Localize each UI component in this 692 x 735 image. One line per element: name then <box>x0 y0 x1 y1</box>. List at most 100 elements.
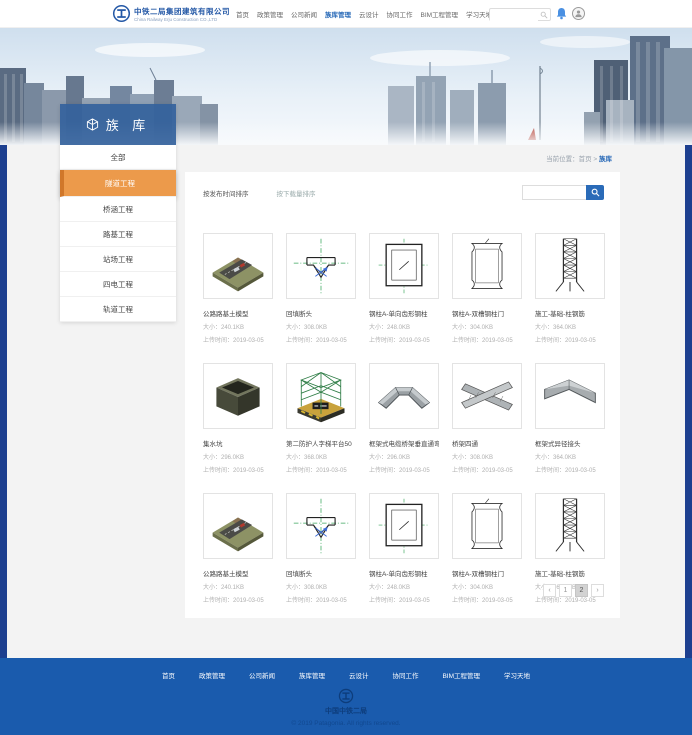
footer-link-learning[interactable]: 学习天地 <box>504 670 530 680</box>
page-footer: 首页 政策管理 公司新闻 族库管理 云设计 协同工作 BIM工程管理 学习天地 … <box>0 658 692 735</box>
family-thumbnail[interactable] <box>369 233 439 299</box>
search-icon[interactable] <box>540 11 548 19</box>
family-title[interactable]: 公路路基土模型 <box>203 568 273 578</box>
family-thumbnail[interactable] <box>286 233 356 299</box>
user-avatar-icon[interactable] <box>572 7 585 20</box>
footer-link-news[interactable]: 公司新闻 <box>249 670 275 680</box>
family-title[interactable]: 钢柱A-双槽钢柱门 <box>452 308 522 318</box>
pagination-page-1[interactable]: 1 <box>559 584 572 597</box>
family-upload-time: 上传时间：2019-03-05 <box>286 335 356 344</box>
family-size: 大小：368.0KB <box>286 452 356 461</box>
family-thumbnail[interactable] <box>535 363 605 429</box>
footer-link-bim-management[interactable]: BIM工程管理 <box>442 670 480 680</box>
sidebar-item-subgrade[interactable]: 路基工程 <box>60 222 176 247</box>
sidebar-item-track[interactable]: 轨道工程 <box>60 297 176 322</box>
family-thumbnail[interactable] <box>203 363 273 429</box>
family-card: 施工-基础-柱钢筋 大小：364.0KB 上传时间：2019-03-05 <box>535 233 605 344</box>
family-thumbnail[interactable] <box>452 363 522 429</box>
family-card: 回填断头 大小：308.0KB 上传时间：2019-03-05 <box>286 233 356 344</box>
family-thumbnail[interactable] <box>452 233 522 299</box>
family-title[interactable]: 框架式电缆桥架垂直通弯通 <box>369 438 439 448</box>
family-card: 公路路基土模型 大小：240.1KB 上传时间：2019-03-05 <box>203 493 273 604</box>
family-size: 大小：364.0KB <box>535 322 605 331</box>
nav-item-bim-management[interactable]: BIM工程管理 <box>421 9 459 19</box>
family-thumbnail[interactable] <box>203 493 273 559</box>
family-thumbnail[interactable] <box>369 493 439 559</box>
family-upload-time: 上传时间：2019-03-05 <box>203 595 273 604</box>
family-title[interactable]: 钢柱A-双槽钢柱门 <box>452 568 522 578</box>
family-upload-time: 上传时间：2019-03-05 <box>452 465 522 474</box>
family-title[interactable]: 框架式异径接头 <box>535 438 605 448</box>
footer-copyright: © 2019 Patagonia. All rights reserved. <box>0 720 692 727</box>
right-edge-strip <box>685 145 692 658</box>
breadcrumb: 当前位置：首页 > 族库 <box>546 153 612 163</box>
company-emblem-icon <box>112 4 131 23</box>
breadcrumb-label: 当前位置： <box>546 156 579 163</box>
family-title[interactable]: 钢柱A-单向齿形钢柱 <box>369 308 439 318</box>
family-upload-time: 上传时间：2019-03-05 <box>452 335 522 344</box>
family-title[interactable]: 回填断头 <box>286 308 356 318</box>
pagination-prev-button[interactable]: ‹ <box>543 584 556 597</box>
footer-emblem-icon <box>0 688 692 704</box>
family-upload-time: 上传时间：2019-03-05 <box>452 595 522 604</box>
family-title[interactable]: 桥架四通 <box>452 438 522 448</box>
family-thumbnail[interactable] <box>286 363 356 429</box>
nav-item-collaboration[interactable]: 协同工作 <box>387 9 413 19</box>
pagination-next-button[interactable]: › <box>591 584 604 597</box>
family-upload-time: 上传时间：2019-03-05 <box>369 335 439 344</box>
sidebar-item-all[interactable]: 全部 <box>60 145 176 170</box>
family-upload-time: 上传时间：2019-03-05 <box>369 595 439 604</box>
header-search-input[interactable] <box>490 16 538 27</box>
family-title[interactable]: 施工-基础-柱钢筋 <box>535 568 605 578</box>
sidebar-item-tunnel[interactable]: 隧道工程 <box>60 170 176 197</box>
family-card: 框架式电缆桥架垂直通弯通 大小：296.0KB 上传时间：2019-03-05 <box>369 363 439 474</box>
family-title[interactable]: 回填断头 <box>286 568 356 578</box>
footer-link-policy[interactable]: 政策管理 <box>199 670 225 680</box>
family-thumbnail[interactable] <box>286 493 356 559</box>
company-logo[interactable]: 中铁二局集团建筑有限公司 China Railway Erju Construc… <box>112 4 230 23</box>
sidebar-item-station[interactable]: 站场工程 <box>60 247 176 272</box>
panel-search-input[interactable] <box>522 185 586 200</box>
family-thumbnail[interactable] <box>535 493 605 559</box>
footer-link-family-library[interactable]: 族库管理 <box>299 670 325 680</box>
company-name-en: China Railway Erju Construction CO.,LTD <box>134 17 230 22</box>
thumb-steel-column-section-icon <box>371 495 437 557</box>
family-thumbnail[interactable] <box>203 233 273 299</box>
sort-by-downloads-button[interactable]: 按下载量排序 <box>277 188 316 198</box>
footer-company-name: 中国中铁二局 <box>0 706 692 716</box>
family-card: 钢柱A-单向齿形钢柱 大小：248.0KB 上传时间：2019-03-05 <box>369 233 439 344</box>
sidebar-header: 族 库 <box>60 104 176 145</box>
pagination: ‹ 1 2 › <box>543 584 604 597</box>
pagination-page-2[interactable]: 2 <box>575 584 588 597</box>
family-thumbnail[interactable] <box>452 493 522 559</box>
nav-item-family-library[interactable]: 族库管理 <box>325 9 351 19</box>
thumb-steel-column-section-icon <box>371 235 437 297</box>
family-thumbnail[interactable] <box>369 363 439 429</box>
thumb-ornate-column-icon <box>454 495 520 557</box>
family-size: 大小：304.0KB <box>452 582 522 591</box>
sidebar-item-bridge[interactable]: 桥涵工程 <box>60 197 176 222</box>
family-title[interactable]: 第二防护人字梯平台50 <box>286 438 356 448</box>
sidebar-item-electrical[interactable]: 四电工程 <box>60 272 176 297</box>
family-upload-time: 上传时间：2019-03-05 <box>203 335 273 344</box>
family-title[interactable]: 集水坑 <box>203 438 273 448</box>
family-thumbnail[interactable] <box>535 233 605 299</box>
nav-item-news[interactable]: 公司新闻 <box>291 9 317 19</box>
thumb-scaffold-platform-icon <box>288 365 354 427</box>
panel-search-button[interactable] <box>586 185 604 200</box>
nav-item-cloud-design[interactable]: 云设计 <box>359 9 379 19</box>
thumb-rebar-column-icon <box>537 495 603 557</box>
nav-item-home[interactable]: 首页 <box>236 9 249 19</box>
footer-link-home[interactable]: 首页 <box>162 670 175 680</box>
family-size: 大小：308.0KB <box>452 452 522 461</box>
sort-by-time-button[interactable]: 按发布时间排序 <box>203 188 249 198</box>
family-title[interactable]: 钢柱A-单向齿形钢柱 <box>369 568 439 578</box>
family-title[interactable]: 施工-基础-柱钢筋 <box>535 308 605 318</box>
family-title[interactable]: 公路路基土模型 <box>203 308 273 318</box>
notification-bell-icon[interactable] <box>556 7 567 25</box>
family-size: 大小：296.0KB <box>369 452 439 461</box>
nav-item-policy[interactable]: 政策管理 <box>257 9 283 19</box>
breadcrumb-home-link[interactable]: 首页 <box>579 156 592 163</box>
footer-link-cloud-design[interactable]: 云设计 <box>349 670 369 680</box>
footer-link-collaboration[interactable]: 协同工作 <box>392 670 418 680</box>
